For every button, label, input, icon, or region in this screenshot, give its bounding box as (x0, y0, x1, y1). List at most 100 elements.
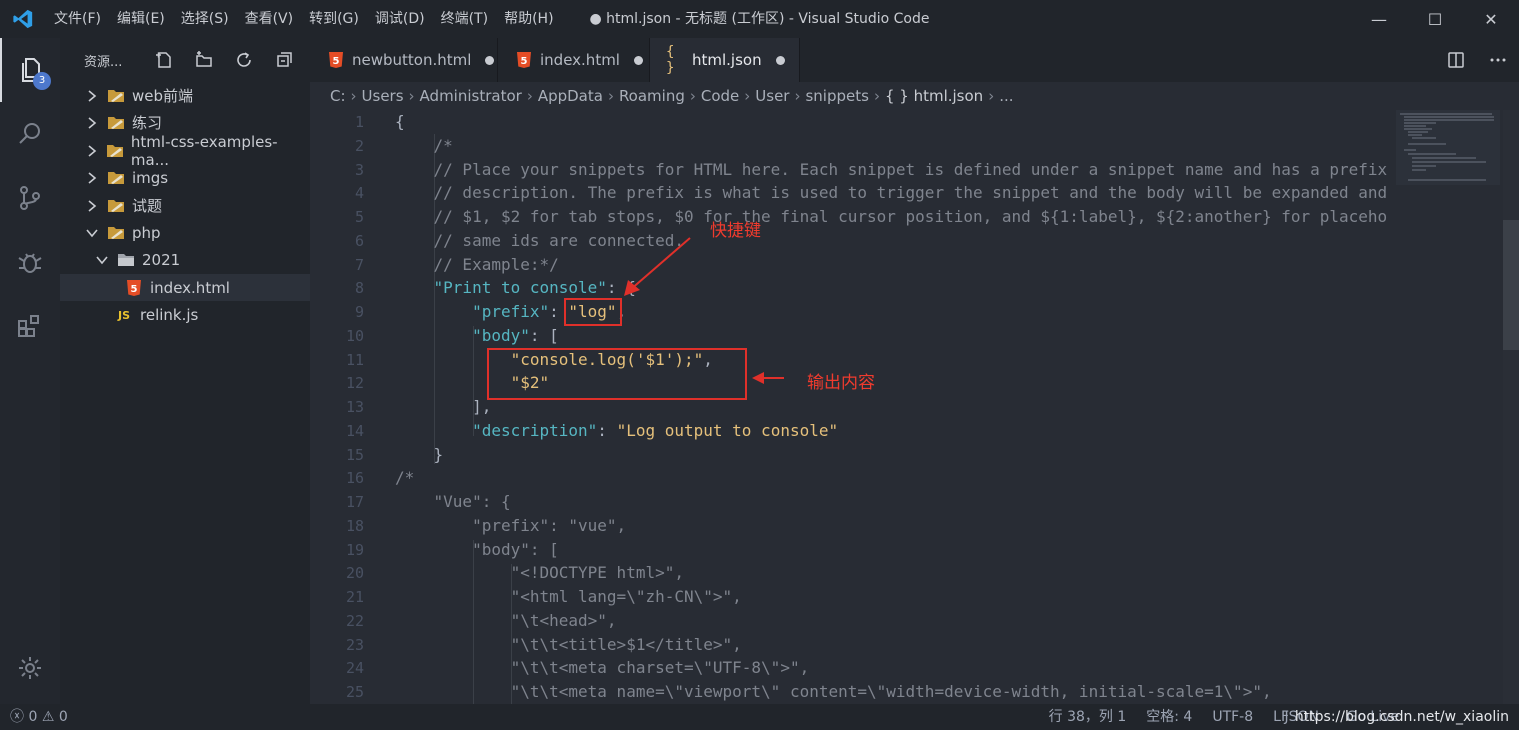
explorer-icon[interactable]: 3 (0, 38, 60, 102)
tree-folder-php[interactable]: php (60, 219, 310, 246)
line-number: 17 (345, 493, 364, 511)
menu-debug[interactable]: 调试(D) (367, 0, 433, 38)
problems-indicator[interactable]: ⓧ 0 ⚠ 0 (0, 704, 78, 730)
watermark: https://blog.csdn.net/w_xiaolin (1294, 709, 1509, 725)
folder-open-icon (106, 225, 126, 241)
code-line[interactable]: "body": [ (395, 538, 559, 562)
tree-file-relink-js[interactable]: JS relink.js (60, 301, 310, 328)
folder-icon (106, 88, 126, 104)
tree-item-label: imgs (132, 168, 169, 187)
unsaved-dot-icon[interactable] (485, 55, 495, 65)
tree-folder-web[interactable]: web前端 (60, 82, 310, 109)
breadcrumb-item[interactable]: snippets (805, 87, 868, 105)
new-folder-icon[interactable] (184, 38, 224, 82)
breadcrumb-item[interactable]: AppData (538, 87, 603, 105)
menu-file[interactable]: 文件(F) (46, 0, 109, 38)
breadcrumb-item[interactable]: ... (999, 87, 1013, 105)
scrollbar-thumb[interactable] (1503, 220, 1519, 350)
minimize-button[interactable]: — (1351, 0, 1407, 38)
code-line[interactable]: "description": "Log output to console" (395, 419, 838, 443)
code-line[interactable]: /* (395, 134, 453, 158)
minimap[interactable] (1396, 110, 1500, 190)
code-line[interactable]: "<html lang=\"zh-CN\">", (395, 585, 742, 609)
encoding[interactable]: UTF-8 (1202, 704, 1263, 730)
line-number: 21 (345, 588, 364, 606)
tab-index-html[interactable]: 5 index.html (498, 38, 650, 82)
breadcrumb-item[interactable]: Users (362, 87, 404, 105)
new-file-icon[interactable] (144, 38, 184, 82)
code-line[interactable]: // Place your snippets for HTML here. Ea… (395, 158, 1388, 182)
code-line[interactable]: "\t\t<meta charset=\"UTF-8\">", (395, 656, 810, 680)
code-line[interactable]: "body": [ (395, 324, 559, 348)
vertical-scrollbar[interactable] (1503, 110, 1519, 704)
search-icon[interactable] (0, 102, 60, 166)
svg-text:5: 5 (333, 56, 340, 67)
close-button[interactable]: ✕ (1463, 0, 1519, 38)
cursor-position[interactable]: 行 38，列 1 (1039, 704, 1137, 730)
folder-icon (106, 170, 126, 186)
tab-label: newbutton.html (352, 51, 472, 69)
code-line[interactable]: "\t<head>", (395, 609, 617, 633)
code-line[interactable]: } (395, 443, 444, 467)
folder-icon (106, 143, 125, 159)
breadcrumb-file[interactable]: { } html.json (885, 87, 983, 105)
tab-newbutton-html[interactable]: 5 newbutton.html (310, 38, 498, 82)
code-line[interactable]: ], (395, 395, 491, 419)
tree-folder-imgs[interactable]: imgs (60, 164, 310, 191)
code-editor[interactable]: 1 2 3 4 5 6 7 8 9 10 11 12 13 14 15 16 17 18 19 20 21 22 23 24 2… (310, 110, 1519, 704)
code-line[interactable]: /* (395, 466, 414, 490)
chevron-right-icon: › (744, 87, 751, 105)
extensions-icon[interactable] (0, 294, 60, 358)
collapse-all-icon[interactable] (264, 38, 304, 82)
line-number-gutter: 1 2 3 4 5 6 7 8 9 10 11 12 13 14 15 16 17 18 19 20 21 22 23 24 2… (310, 110, 372, 704)
error-count: 0 (28, 709, 38, 725)
chevron-right-icon (84, 115, 100, 131)
menu-edit[interactable]: 编辑(E) (109, 0, 173, 38)
tree-folder-html-css-examples[interactable]: html-css-examples-ma... (60, 133, 310, 169)
code-line[interactable]: "<!DOCTYPE html>", (395, 561, 684, 585)
more-actions-icon[interactable] (1477, 38, 1519, 82)
menu-go[interactable]: 转到(G) (301, 0, 367, 38)
folder-icon (106, 115, 126, 131)
menu-help[interactable]: 帮助(H) (496, 0, 561, 38)
tab-html-json[interactable]: { } html.json (650, 38, 800, 82)
code-line[interactable]: // $1, $2 for tab stops, $0 for the fina… (395, 205, 1388, 229)
breadcrumb-item[interactable]: Code (701, 87, 739, 105)
refresh-icon[interactable] (224, 38, 264, 82)
chevron-right-icon (84, 198, 100, 214)
menu-selection[interactable]: 选择(S) (173, 0, 237, 38)
unsaved-dot-icon[interactable] (775, 55, 785, 65)
line-number: 3 (354, 160, 364, 179)
explorer-header: 资源... (60, 38, 310, 82)
code-line[interactable]: "\t\t<title>$1</title>", (395, 633, 742, 657)
code-line[interactable]: // description. The prefix is what is us… (395, 181, 1388, 205)
menu-terminal[interactable]: 终端(T) (433, 0, 496, 38)
annotation-arrow-icon (752, 372, 784, 384)
debug-icon[interactable] (0, 230, 60, 294)
code-line[interactable]: // Example:*/ (395, 253, 559, 277)
settings-gear-icon[interactable] (0, 636, 60, 700)
code-line[interactable]: "prefix": "vue", (395, 514, 626, 538)
breadcrumb-item[interactable]: C: (330, 87, 346, 105)
code-line[interactable]: "Vue": { (395, 490, 511, 514)
indentation[interactable]: 空格: 4 (1136, 704, 1202, 730)
breadcrumb-item[interactable]: User (755, 87, 789, 105)
menu-view[interactable]: 查看(V) (237, 0, 302, 38)
unsaved-dot-icon[interactable] (633, 55, 643, 65)
breadcrumb-item[interactable]: Administrator (420, 87, 522, 105)
maximize-button[interactable]: ☐ (1407, 0, 1463, 38)
tree-folder-exam[interactable]: 试题 (60, 192, 310, 219)
annotation-arrow-icon (624, 237, 691, 296)
tree-folder-2021[interactable]: 2021 (60, 246, 310, 273)
chevron-right-icon: › (607, 87, 614, 105)
svg-text:JS: JS (117, 309, 130, 322)
code-line[interactable]: "Print to console": { (395, 276, 636, 300)
split-editor-icon[interactable] (1435, 38, 1477, 82)
source-control-icon[interactable] (0, 166, 60, 230)
activity-bar: 3 (0, 38, 60, 704)
code-line[interactable]: "\t\t<meta name=\"viewport\" content=\"w… (395, 680, 1272, 704)
tree-file-index-html[interactable]: 5 index.html (60, 274, 310, 301)
breadcrumb-item[interactable]: Roaming (619, 87, 685, 105)
code-line[interactable]: { (395, 110, 405, 134)
chevron-right-icon: › (689, 87, 696, 105)
